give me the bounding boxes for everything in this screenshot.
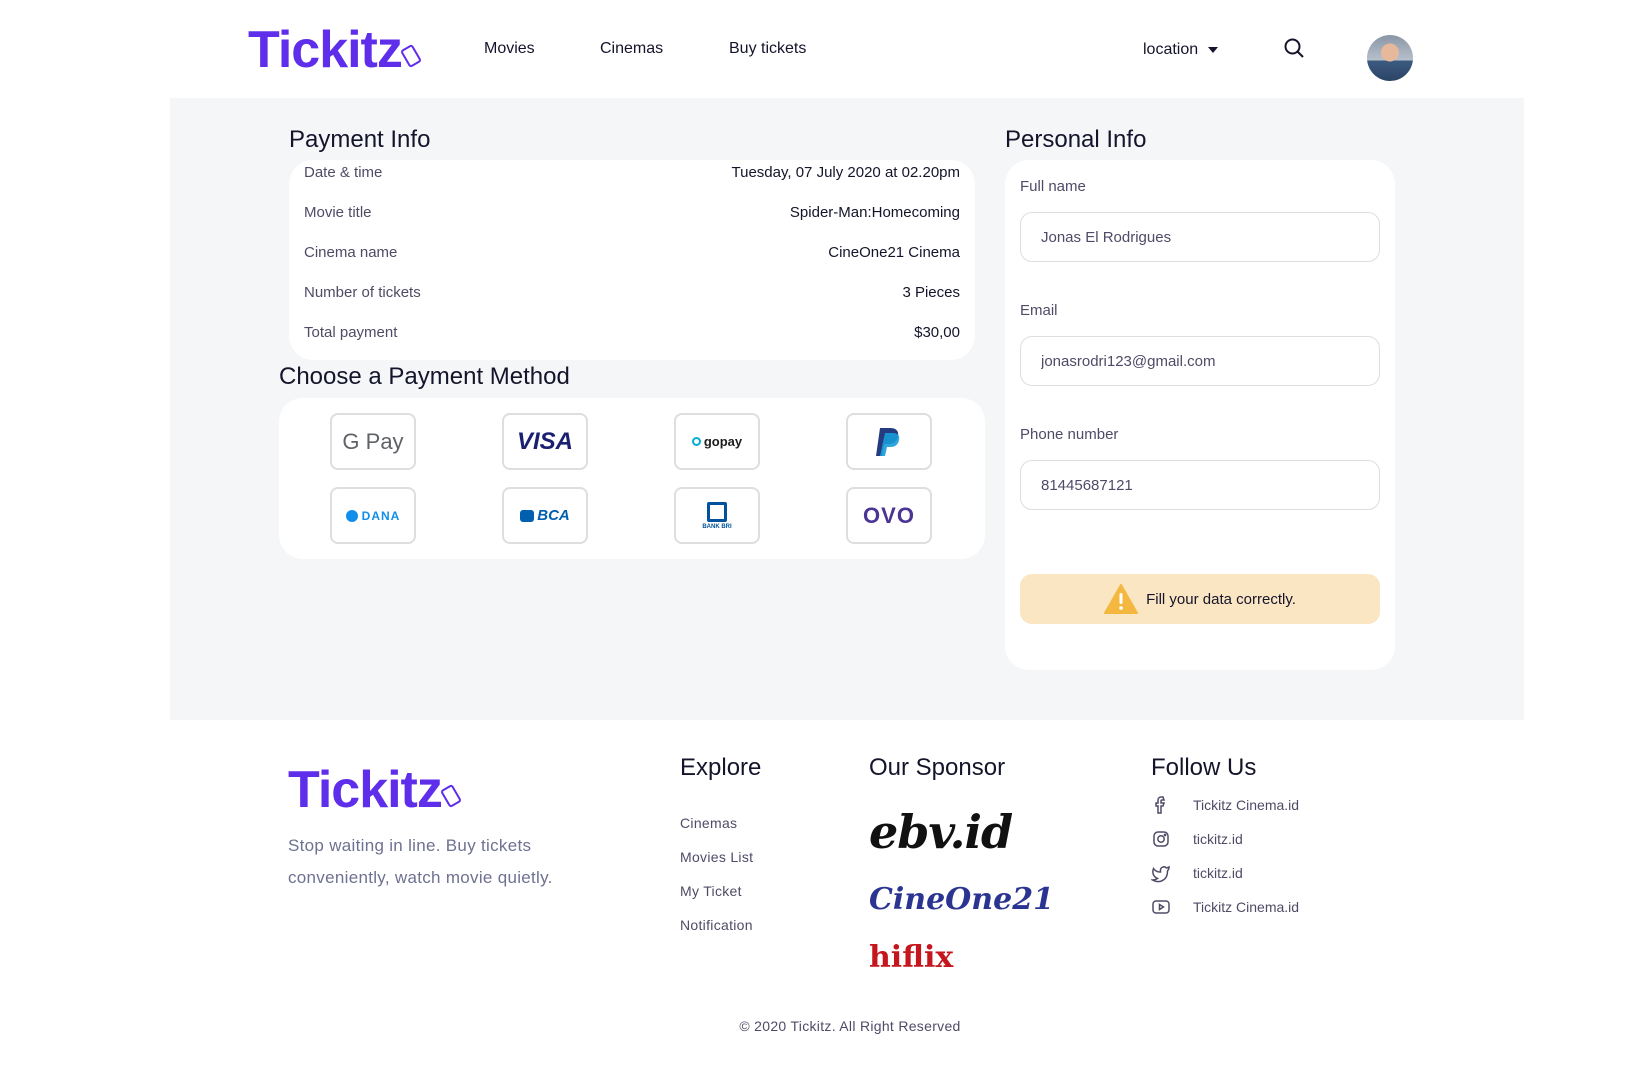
gopay-icon (691, 437, 701, 446)
warning-text: Fill your data correctly. (1146, 590, 1296, 608)
info-row: Cinema name CineOne21 Cinema (304, 244, 960, 261)
info-value: Tuesday, 07 July 2020 at 02.20pm (731, 164, 960, 181)
follow-label: Tickitz Cinema.id (1193, 797, 1300, 813)
follow-facebook[interactable]: Tickitz Cinema.id (1151, 795, 1299, 815)
paypal-icon (876, 427, 900, 456)
full-name-field[interactable] (1020, 212, 1380, 262)
location-label: location (1143, 41, 1199, 58)
bri-logo: BANK BRI (702, 523, 732, 530)
ovo-logo: OVO (863, 502, 915, 528)
visa-logo: VISA (516, 427, 573, 455)
gpay-logo: G Pay (342, 428, 404, 454)
payment-info-card: Date & time Tuesday, 07 July 2020 at 02.… (289, 160, 975, 360)
sponsor-title: Our Sponsor (869, 754, 1006, 781)
info-row: Number of tickets 3 Pieces (304, 284, 960, 301)
bca-icon (520, 509, 535, 522)
gopay-button[interactable]: gopay (674, 413, 760, 470)
payment-method-card: G Pay VISA gopay DANA BCA BANK BRI OVO (279, 398, 985, 559)
info-value: 3 Pieces (902, 284, 960, 301)
nav-buy-tickets[interactable]: Buy tickets (729, 40, 806, 58)
info-value: CineOne21 Cinema (828, 244, 960, 261)
follow-title: Follow Us (1151, 754, 1257, 781)
follow-label: Tickitz Cinema.id (1193, 899, 1300, 915)
warning-icon (1104, 584, 1139, 614)
dana-logo: DANA (361, 508, 401, 523)
avatar[interactable] (1367, 35, 1413, 81)
follow-twitter[interactable]: tickitz.id (1151, 863, 1243, 883)
phone-field[interactable] (1020, 460, 1380, 510)
gpay-button[interactable]: G Pay (330, 413, 416, 470)
follow-youtube[interactable]: Tickitz Cinema.id (1151, 897, 1299, 917)
bri-icon (707, 501, 727, 522)
footer-link-notification[interactable]: Notification (680, 917, 753, 933)
ovo-button[interactable]: OVO (846, 487, 932, 544)
tickitz-logo[interactable]: Tickitz (248, 20, 422, 80)
ticket-icon (439, 783, 462, 809)
info-row: Total payment $30,00 (304, 324, 960, 341)
dana-button[interactable]: DANA (330, 487, 416, 544)
explore-title: Explore (680, 754, 762, 781)
warning-alert: Fill your data correctly. (1020, 574, 1380, 624)
sponsor-ebuid-logo: ebv.id (869, 805, 1013, 859)
footer-link-cinemas[interactable]: Cinemas (680, 815, 737, 831)
info-label: Total payment (304, 324, 398, 341)
logo-text: Tickitz (248, 21, 403, 79)
nav-movies[interactable]: Movies (484, 40, 535, 58)
footer-tagline: Stop waiting in line. Buy tickets conven… (288, 836, 553, 887)
dana-icon (345, 509, 358, 522)
copyright-text: © 2020 Tickitz. All Right Reserved (739, 1018, 961, 1034)
info-label: Cinema name (304, 244, 398, 261)
footer-link-my-ticket[interactable]: My Ticket (680, 883, 742, 899)
sponsor-cineone21-logo: CineOne21 (869, 882, 1054, 917)
gopay-logo: gopay (703, 434, 743, 449)
youtube-icon (1152, 900, 1170, 914)
info-row: Date & time Tuesday, 07 July 2020 at 02.… (304, 164, 960, 181)
follow-instagram[interactable]: tickitz.id (1151, 829, 1243, 849)
phone-label: Phone number (1020, 426, 1119, 443)
bri-button[interactable]: BANK BRI (674, 487, 760, 544)
full-name-label: Full name (1020, 178, 1086, 195)
facebook-icon (1155, 796, 1166, 814)
info-row: Movie title Spider-Man:Homecoming (304, 204, 960, 221)
personal-info-card: Full name Email Phone number Fill your d… (1005, 160, 1395, 670)
email-label: Email (1020, 302, 1058, 319)
info-label: Movie title (304, 204, 372, 221)
search-icon[interactable] (1282, 36, 1306, 60)
paypal-button[interactable] (846, 413, 932, 470)
footer-link-movies-list[interactable]: Movies List (680, 849, 753, 865)
bca-logo: BCA (537, 507, 570, 524)
info-label: Date & time (304, 164, 383, 181)
personal-info-title: Personal Info (1005, 126, 1147, 153)
footer-logo[interactable]: Tickitz (288, 760, 462, 820)
footer-logo-text: Tickitz (288, 761, 443, 819)
info-value: Spider-Man:Homecoming (789, 204, 960, 221)
main-content: Payment Info Date & time Tuesday, 07 Jul… (170, 98, 1524, 720)
bca-button[interactable]: BCA (502, 487, 588, 544)
info-label: Number of tickets (304, 284, 421, 301)
location-dropdown[interactable]: location (1143, 41, 1219, 59)
info-value: $30,00 (914, 324, 960, 341)
email-field[interactable] (1020, 336, 1380, 386)
payment-info-title: Payment Info (289, 126, 431, 153)
sponsor-hiflix-logo: hiflix (869, 940, 954, 975)
twitter-icon (1151, 865, 1170, 883)
chevron-down-icon (1208, 47, 1219, 53)
visa-button[interactable]: VISA (502, 413, 588, 470)
payment-method-title: Choose a Payment Method (279, 363, 570, 390)
follow-label: tickitz.id (1193, 865, 1243, 881)
ticket-icon (399, 43, 422, 69)
header: Tickitz Movies Cinemas Buy tickets locat… (0, 0, 1643, 98)
nav-cinemas[interactable]: Cinemas (600, 40, 663, 58)
instagram-icon (1153, 831, 1169, 847)
follow-label: tickitz.id (1193, 831, 1243, 847)
